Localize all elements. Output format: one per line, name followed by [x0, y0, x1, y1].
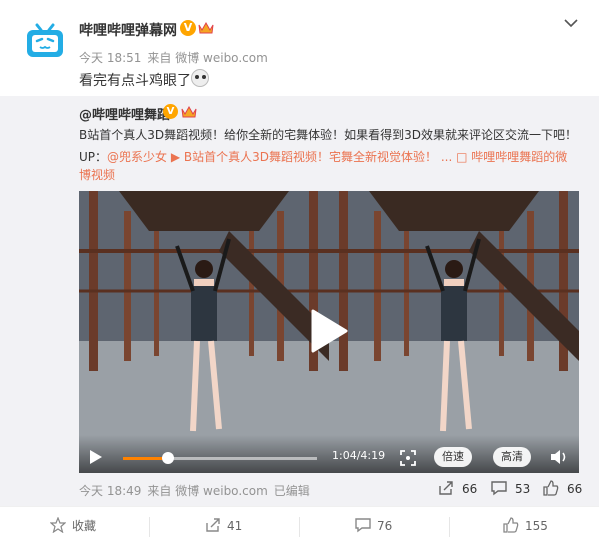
fullscreen-icon[interactable] — [400, 450, 416, 466]
like-button[interactable]: 155 — [503, 517, 548, 533]
weibo-post-card: 哔哩哔哩弹幕网 V 今天 18:51 来自 微博 weibo.com 看完有点斗鸡… — [0, 0, 599, 544]
post-time[interactable]: 今天 18:51 — [79, 51, 141, 65]
divider — [149, 517, 150, 537]
forward-count-text: 66 — [462, 482, 478, 496]
repost-like-count[interactable]: 66 — [543, 480, 582, 496]
crown-badge-icon — [181, 105, 197, 118]
favorite-label: 收藏 — [72, 519, 97, 533]
forward-button[interactable]: 41 — [205, 517, 242, 533]
forward-label: 41 — [227, 519, 243, 533]
post-source: 来自 微博 weibo.com — [147, 51, 268, 65]
ellipsis: ... — [440, 150, 453, 164]
quality-button[interactable]: 高清 — [493, 447, 531, 467]
volume-icon[interactable] — [550, 449, 568, 465]
action-bar: 收藏 41 76 155 — [0, 506, 599, 544]
video-title-link[interactable]: ▶ B站首个真人3D舞蹈视频！宅舞全新视觉体验！ — [171, 150, 437, 164]
comment-button[interactable]: 76 — [355, 517, 392, 533]
play-icon[interactable] — [89, 449, 103, 465]
comment-icon — [355, 518, 371, 533]
progress-bar[interactable] — [123, 457, 317, 460]
repost-comment-count[interactable]: 53 — [491, 480, 530, 496]
post-meta: 今天 18:51 来自 微博 weibo.com — [79, 49, 274, 66]
repost-time[interactable]: 今天 18:49 — [79, 484, 141, 498]
repost-source: 来自 微博 weibo.com — [147, 484, 268, 498]
repost-text: B站首个真人3D舞蹈视频！给你全新的宅舞体验！如果看得到3D效果就来评论区交流一… — [79, 128, 577, 142]
post-text: 看完有点斗鸡眼了 — [79, 73, 191, 89]
repost-box: @哔哩哔哩舞蹈 V B站首个真人3D舞蹈视频！给你全新的宅舞体验！如果看得到3D… — [0, 96, 599, 506]
video-controls: 1:04/4:19 倍速 高清 — [79, 435, 579, 473]
like-icon — [503, 517, 519, 533]
video-title-text: B站首个真人3D舞蹈视频！宅舞全新视觉体验！ — [183, 150, 438, 164]
verified-v-icon: V — [163, 104, 178, 119]
up-prefix: UP： — [79, 150, 108, 164]
repost-edited[interactable]: 已编辑 — [274, 484, 310, 498]
verified-v-icon: V — [180, 20, 196, 36]
favorite-button[interactable]: 收藏 — [49, 516, 97, 534]
video-player[interactable]: 1:04/4:19 倍速 高清 — [79, 191, 579, 473]
video-time: 1:04/4:19 — [332, 449, 386, 462]
video-frame-left — [79, 191, 329, 473]
eyes-emoji-icon — [191, 69, 209, 87]
up-user-link[interactable]: @兜系少女 — [107, 150, 167, 164]
post-author-name[interactable]: 哔哩哔哩弹幕网 — [79, 20, 177, 40]
star-icon — [49, 516, 67, 534]
crown-badge-icon — [198, 21, 214, 34]
comment-label: 76 — [377, 519, 393, 533]
divider — [449, 517, 450, 537]
repost-forward-count[interactable]: 66 — [438, 480, 477, 496]
play-icon[interactable] — [309, 308, 349, 354]
like-icon — [543, 480, 559, 496]
forward-icon — [439, 481, 453, 495]
comment-icon — [491, 481, 507, 496]
repost-author-name[interactable]: @哔哩哔哩舞蹈 — [79, 104, 170, 123]
chevron-down-icon[interactable] — [564, 18, 578, 28]
speed-button[interactable]: 倍速 — [434, 447, 472, 467]
forward-icon — [206, 518, 220, 532]
repost-meta: 今天 18:49 来自 微博 weibo.com 已编辑 — [79, 482, 316, 499]
like-count-text: 66 — [567, 482, 583, 496]
bilibili-tv-icon — [27, 23, 63, 57]
repost-up-line: UP：@兜系少女 ▶ B站首个真人3D舞蹈视频！宅舞全新视觉体验！ ... □ … — [79, 148, 579, 184]
bilibili-avatar[interactable] — [23, 19, 67, 63]
video-frame-right — [329, 191, 579, 473]
like-label: 155 — [525, 519, 548, 533]
comment-count-text: 53 — [515, 482, 531, 496]
divider — [299, 517, 300, 537]
progress-knob[interactable] — [162, 452, 174, 464]
